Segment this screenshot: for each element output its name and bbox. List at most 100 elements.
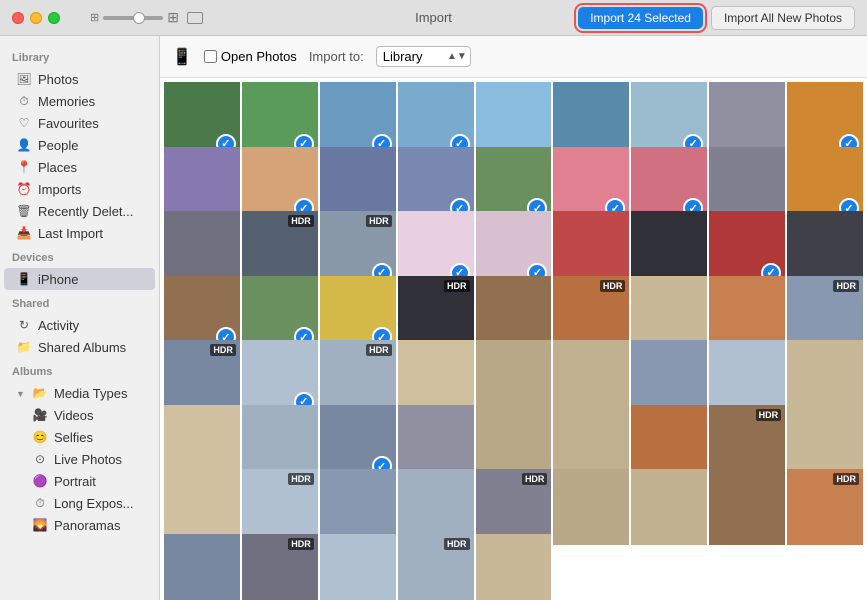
sidebar-item-memories[interactable]: ⏱ Memories <box>4 90 155 112</box>
import-to-label: Import to: <box>309 49 364 64</box>
hdr-badge: HDR <box>522 473 548 485</box>
hdr-badge: HDR <box>444 538 470 550</box>
memories-icon: ⏱ <box>16 93 32 109</box>
sidebar-item-label: Panoramas <box>54 518 143 533</box>
videos-icon: 🎥 <box>32 407 48 423</box>
close-button[interactable] <box>12 12 24 24</box>
shared-section-header: Shared <box>0 290 159 314</box>
titlebar: ⊞ ⊞ Import Import 24 Selected Import All… <box>0 0 867 36</box>
photo-cell[interactable] <box>631 469 707 545</box>
content-toolbar: 📱 Open Photos Import to: Library New Alb… <box>160 36 867 78</box>
photo-grid: ✓✓✓✓✓✓✓✓✓✓✓✓HDRHDR✓✓✓✓✓✓✓HDRHDRHDRHDR✓HD… <box>160 78 867 600</box>
sidebar-item-people[interactable]: 👤 People <box>4 134 155 156</box>
sidebar-item-label: Activity <box>38 318 143 333</box>
hdr-badge: HDR <box>288 473 314 485</box>
sidebar-item-shared-albums[interactable]: 📁 Shared Albums <box>4 336 155 358</box>
media-types-icon: 📂 <box>32 385 48 401</box>
window-mode-icon[interactable] <box>187 12 203 24</box>
sidebar-item-photos[interactable]: 🖼 Photos <box>4 68 155 90</box>
grid-large-icon: ⊞ <box>167 9 179 26</box>
long-exposure-icon: ⏱ <box>32 495 48 511</box>
albums-section-header: Albums <box>0 358 159 382</box>
size-slider-thumb <box>133 12 145 24</box>
sidebar-item-selfies[interactable]: 😊 Selfies <box>4 426 155 448</box>
photo-cell[interactable] <box>164 534 240 600</box>
open-photos-label: Open Photos <box>221 49 297 64</box>
sidebar-item-label: Shared Albums <box>38 340 143 355</box>
import-all-button[interactable]: Import All New Photos <box>711 6 855 30</box>
sidebar-item-videos[interactable]: 🎥 Videos <box>4 404 155 426</box>
device-icon-area: 📱 <box>172 47 192 67</box>
sidebar-item-label: Last Import <box>38 226 143 241</box>
hdr-badge: HDR <box>288 538 314 550</box>
sidebar-item-label: iPhone <box>38 272 143 287</box>
photo-thumbnail <box>631 469 707 545</box>
sidebar-item-label: Videos <box>54 408 143 423</box>
sidebar-item-iphone[interactable]: 📱 iPhone <box>4 268 155 290</box>
sidebar-item-last-import[interactable]: 📥 Last Import <box>4 222 155 244</box>
maximize-button[interactable] <box>48 12 60 24</box>
sidebar-item-portrait[interactable]: 🟣 Portrait <box>4 470 155 492</box>
hdr-badge: HDR <box>833 280 859 292</box>
activity-icon: ↻ <box>16 317 32 333</box>
sidebar-item-label: Live Photos <box>54 452 143 467</box>
sidebar-item-media-types[interactable]: ▼ 📂 Media Types <box>4 382 155 404</box>
main-content: Library 🖼 Photos ⏱ Memories ♡ Favourites… <box>0 36 867 600</box>
hdr-badge: HDR <box>444 280 470 292</box>
photo-cell[interactable] <box>553 469 629 545</box>
sidebar-item-label: Long Expos... <box>54 496 143 511</box>
imports-icon: ⏰ <box>16 181 32 197</box>
size-slider-track[interactable] <box>103 16 163 20</box>
hdr-badge: HDR <box>366 215 392 227</box>
iphone-icon: 📱 <box>16 271 32 287</box>
import-selected-button[interactable]: Import 24 Selected <box>578 7 703 29</box>
phone-small-icon: 📱 <box>172 47 192 67</box>
sidebar-item-label: Selfies <box>54 430 143 445</box>
photo-cell[interactable]: HDR <box>242 534 318 600</box>
live-photos-icon: ⊙ <box>32 451 48 467</box>
window-title: Import <box>415 10 452 25</box>
sidebar-item-long-exposure[interactable]: ⏱ Long Expos... <box>4 492 155 514</box>
photo-cell[interactable] <box>320 534 396 600</box>
sidebar-item-label: Favourites <box>38 116 143 131</box>
import-to-select-wrapper: Library New Album ▲▼ <box>376 46 471 67</box>
hdr-badge: HDR <box>756 409 782 421</box>
sidebar-item-activity[interactable]: ↻ Activity <box>4 314 155 336</box>
import-to-select[interactable]: Library New Album <box>376 46 471 67</box>
sidebar-item-label: Media Types <box>54 386 143 401</box>
places-icon: 📍 <box>16 159 32 175</box>
open-photos-checkbox-label[interactable]: Open Photos <box>204 49 297 64</box>
devices-section-header: Devices <box>0 244 159 268</box>
last-import-icon: 📥 <box>16 225 32 241</box>
photo-cell[interactable] <box>709 469 785 545</box>
sidebar-item-label: Recently Delet... <box>38 204 143 219</box>
hdr-badge: HDR <box>600 280 626 292</box>
photo-thumbnail <box>320 534 396 600</box>
size-slider-area: ⊞ ⊞ <box>90 9 179 26</box>
photo-cell[interactable] <box>476 534 552 600</box>
sidebar-item-favourites[interactable]: ♡ Favourites <box>4 112 155 134</box>
sidebar-item-imports[interactable]: ⏰ Imports <box>4 178 155 200</box>
sidebar-item-live-photos[interactable]: ⊙ Live Photos <box>4 448 155 470</box>
sidebar-item-label: Portrait <box>54 474 143 489</box>
portrait-icon: 🟣 <box>32 473 48 489</box>
hdr-badge: HDR <box>833 473 859 485</box>
photo-cell[interactable]: HDR <box>398 534 474 600</box>
selfies-icon: 😊 <box>32 429 48 445</box>
sidebar-item-panoramas[interactable]: 🌄 Panoramas <box>4 514 155 536</box>
hdr-badge: HDR <box>210 344 236 356</box>
photo-thumbnail <box>553 469 629 545</box>
titlebar-actions: Import 24 Selected Import All New Photos <box>578 6 855 30</box>
people-icon: 👤 <box>16 137 32 153</box>
recently-deleted-icon: 🗑 <box>16 203 32 219</box>
sidebar-item-places[interactable]: 📍 Places <box>4 156 155 178</box>
sidebar-item-label: Places <box>38 160 143 175</box>
sidebar-item-recently-deleted[interactable]: 🗑 Recently Delet... <box>4 200 155 222</box>
sidebar-item-label: Photos <box>38 72 143 87</box>
photo-cell[interactable]: HDR <box>787 469 863 545</box>
minimize-button[interactable] <box>30 12 42 24</box>
hdr-badge: HDR <box>366 344 392 356</box>
disclosure-icon: ▼ <box>16 389 24 397</box>
library-section-header: Library <box>0 44 159 68</box>
open-photos-checkbox[interactable] <box>204 50 217 63</box>
